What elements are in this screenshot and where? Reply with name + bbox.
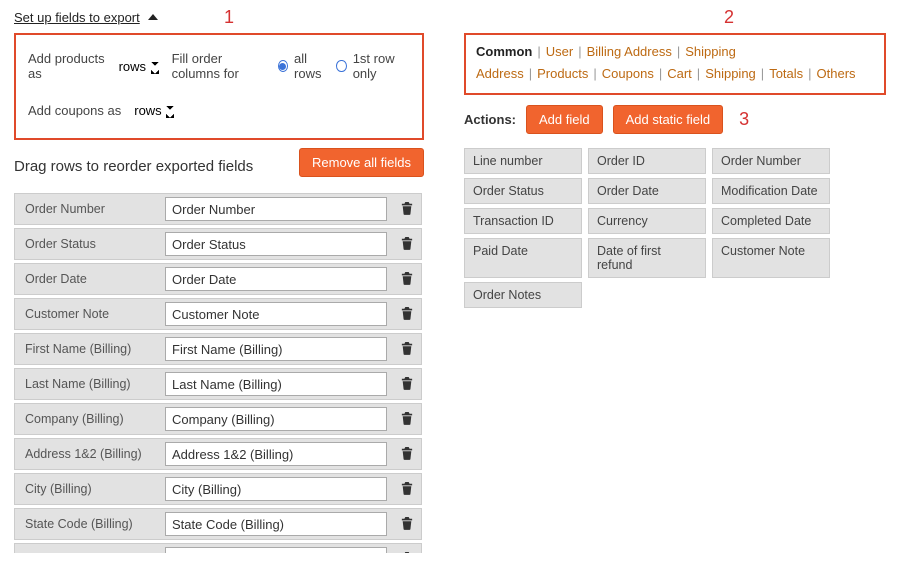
tab-cart[interactable]: Cart <box>667 66 692 81</box>
field-label: Order Status <box>15 237 165 251</box>
field-row[interactable]: Postcode (Billing) <box>14 543 422 553</box>
available-field[interactable]: Paid Date <box>464 238 582 278</box>
tab-common[interactable]: Common <box>476 44 532 59</box>
tab-separator: | <box>537 44 540 59</box>
field-label: State Code (Billing) <box>15 517 165 531</box>
field-label: Order Number <box>15 202 165 216</box>
field-label: City (Billing) <box>15 482 165 496</box>
tab-separator: | <box>697 66 700 81</box>
trash-icon[interactable] <box>393 411 421 428</box>
field-value-input[interactable] <box>165 407 387 431</box>
exported-fields-list[interactable]: Order Number Order Status Order Date Custom… <box>14 193 424 553</box>
add-static-field-button[interactable]: Add static field <box>613 105 724 134</box>
field-value-input[interactable] <box>165 302 387 326</box>
available-field[interactable]: Line number <box>464 148 582 174</box>
field-label: Company (Billing) <box>15 412 165 426</box>
callout-3: 3 <box>739 109 749 130</box>
tab-separator: | <box>659 66 662 81</box>
callout-2: 2 <box>724 7 734 28</box>
tab-totals[interactable]: Totals <box>769 66 803 81</box>
fill-all-radio[interactable] <box>278 60 288 72</box>
tab-separator: | <box>677 44 680 59</box>
trash-icon[interactable] <box>393 201 421 218</box>
trash-icon[interactable] <box>393 341 421 358</box>
tab-others[interactable]: Others <box>817 66 856 81</box>
field-row[interactable]: Address 1&2 (Billing) <box>14 438 422 470</box>
field-value-input[interactable] <box>165 337 387 361</box>
setup-fields-toggle[interactable]: Set up fields to export <box>14 10 158 25</box>
trash-icon[interactable] <box>393 481 421 498</box>
fill-all-label: all rows <box>294 51 330 81</box>
available-field[interactable]: Completed Date <box>712 208 830 234</box>
available-field[interactable]: Order Notes <box>464 282 582 308</box>
field-label: Order Date <box>15 272 165 286</box>
field-value-input[interactable] <box>165 232 387 256</box>
tab-user[interactable]: User <box>546 44 573 59</box>
tab-separator: | <box>593 66 596 81</box>
callout-1: 1 <box>224 7 234 28</box>
field-row[interactable]: Order Date <box>14 263 422 295</box>
field-value-input[interactable] <box>165 267 387 291</box>
trash-icon[interactable] <box>393 516 421 533</box>
trash-icon[interactable] <box>393 551 421 554</box>
field-row[interactable]: Last Name (Billing) <box>14 368 422 400</box>
tab-separator: | <box>761 66 764 81</box>
field-label: Customer Note <box>15 307 165 321</box>
available-field[interactable]: Order ID <box>588 148 706 174</box>
coupons-as-select[interactable]: rows <box>127 99 181 122</box>
add-field-button[interactable]: Add field <box>526 105 603 134</box>
product-coupon-config-box: Add products as rows Fill order columns … <box>14 33 424 140</box>
available-field[interactable]: Modification Date <box>712 178 830 204</box>
available-field[interactable]: Currency <box>588 208 706 234</box>
reorder-title: Drag rows to reorder exported fields <box>14 158 253 175</box>
tab-separator: | <box>578 44 581 59</box>
fill-columns-label: Fill order columns for <box>172 51 272 81</box>
field-row[interactable]: Customer Note <box>14 298 422 330</box>
field-value-input[interactable] <box>165 197 387 221</box>
field-value-input[interactable] <box>165 442 387 466</box>
products-as-label: Add products as <box>28 51 106 81</box>
tab-products[interactable]: Products <box>537 66 588 81</box>
field-value-input[interactable] <box>165 477 387 501</box>
tab-separator: | <box>808 66 811 81</box>
field-label: Last Name (Billing) <box>15 377 165 391</box>
field-row[interactable]: Order Status <box>14 228 422 260</box>
field-label: First Name (Billing) <box>15 342 165 356</box>
trash-icon[interactable] <box>393 271 421 288</box>
available-field[interactable]: Order Date <box>588 178 706 204</box>
field-label: Postcode (Billing) <box>15 552 165 553</box>
available-field[interactable]: Date of first refund <box>588 238 706 278</box>
field-category-tabs-box: Common|User|Billing Address|Shipping Add… <box>464 33 886 95</box>
remove-all-fields-button[interactable]: Remove all fields <box>299 148 424 177</box>
field-row[interactable]: First Name (Billing) <box>14 333 422 365</box>
trash-icon[interactable] <box>393 376 421 393</box>
field-category-tabs: Common|User|Billing Address|Shipping Add… <box>476 41 874 85</box>
field-label: Address 1&2 (Billing) <box>15 447 165 461</box>
field-row[interactable]: Order Number <box>14 193 422 225</box>
available-field[interactable]: Transaction ID <box>464 208 582 234</box>
trash-icon[interactable] <box>393 306 421 323</box>
coupons-as-label: Add coupons as <box>28 103 121 118</box>
actions-label: Actions: <box>464 112 516 127</box>
available-field[interactable]: Customer Note <box>712 238 830 278</box>
available-fields-grid: Line numberOrder IDOrder Number Order Sta… <box>464 148 886 308</box>
available-field[interactable]: Order Number <box>712 148 830 174</box>
field-row[interactable]: Company (Billing) <box>14 403 422 435</box>
trash-icon[interactable] <box>393 446 421 463</box>
field-row[interactable]: City (Billing) <box>14 473 422 505</box>
tab-coupons[interactable]: Coupons <box>602 66 654 81</box>
fill-first-label: 1st row only <box>353 51 410 81</box>
tab-separator: | <box>529 66 532 81</box>
fill-first-radio[interactable] <box>336 60 346 72</box>
field-value-input[interactable] <box>165 512 387 536</box>
field-value-input[interactable] <box>165 372 387 396</box>
tab-billing-address[interactable]: Billing Address <box>587 44 672 59</box>
tab-shipping[interactable]: Shipping <box>705 66 756 81</box>
products-as-select[interactable]: rows <box>112 55 166 78</box>
available-field[interactable]: Order Status <box>464 178 582 204</box>
trash-icon[interactable] <box>393 236 421 253</box>
field-value-input[interactable] <box>165 547 387 553</box>
field-row[interactable]: State Code (Billing) <box>14 508 422 540</box>
